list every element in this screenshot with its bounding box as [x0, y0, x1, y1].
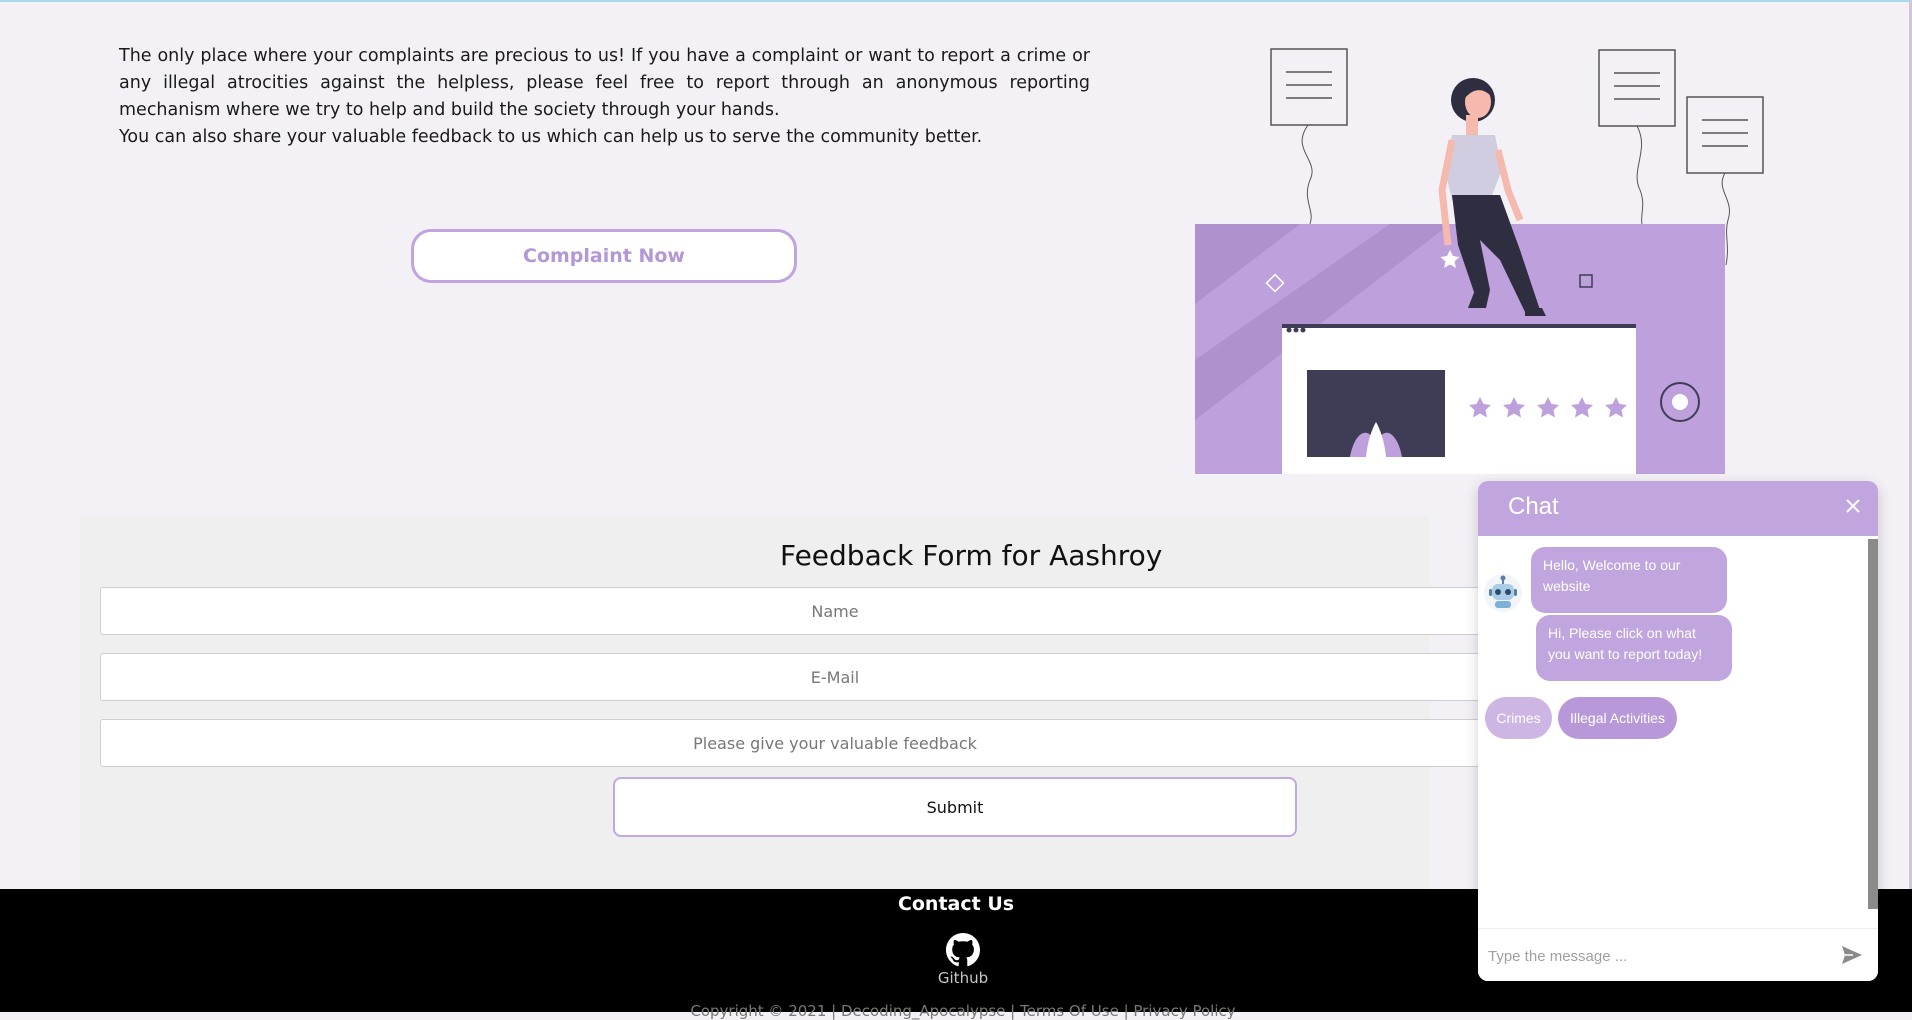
submit-button[interactable]: Submit [613, 777, 1297, 837]
note-card-left [1270, 48, 1348, 225]
chat-scrollbar[interactable] [1868, 539, 1878, 909]
robot-icon [1484, 574, 1522, 612]
chat-message: Hi, Please click on what you want to rep… [1536, 615, 1732, 681]
chat-header: Chat [1478, 481, 1878, 536]
feedback-field[interactable] [100, 719, 1570, 767]
github-icon[interactable] [946, 933, 980, 967]
chat-option-illegal-activities[interactable]: Illegal Activities [1558, 697, 1677, 739]
top-border [0, 0, 1912, 2]
intro-paragraph-1: The only place where your complaints are… [119, 46, 1090, 120]
copyright-text: Copyright © 2021 | Decoding_Apocalypse |… [690, 1002, 1236, 1020]
chat-message-input[interactable] [1486, 941, 1820, 971]
send-icon[interactable] [1840, 944, 1864, 966]
intro-paragraph-2: You can also share your valuable feedbac… [119, 127, 983, 147]
complaint-now-button[interactable]: Complaint Now [411, 229, 797, 283]
note-card-right [1598, 49, 1676, 225]
chat-option-crimes[interactable]: Crimes [1485, 697, 1552, 739]
chat-widget: Chat Hello, Welcome to our website Hi, P… [1478, 481, 1878, 981]
hero-illustration [1195, 48, 1764, 474]
intro-text: The only place where your complaints are… [119, 43, 1090, 151]
feedback-form-title: Feedback Form for Aashroy [780, 539, 1163, 572]
email-field[interactable] [100, 653, 1570, 701]
chat-title: Chat [1508, 493, 1559, 520]
name-field[interactable] [100, 587, 1570, 635]
chat-message: Hello, Welcome to our website [1531, 547, 1727, 613]
chat-input-bar [1478, 928, 1878, 981]
close-icon[interactable] [1838, 491, 1868, 521]
